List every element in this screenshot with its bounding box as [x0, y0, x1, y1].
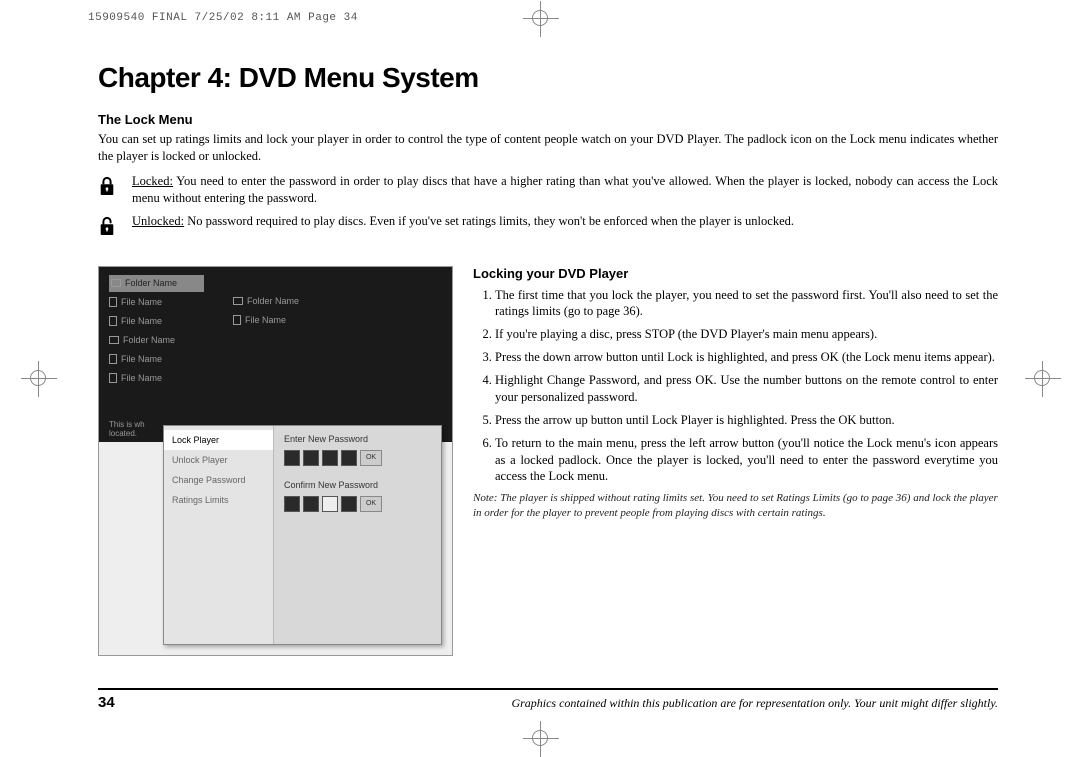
file-row: File Name — [109, 351, 209, 368]
enter-password-boxes: OK — [284, 450, 431, 466]
dialog-menu: Lock Player Unlock Player Change Passwor… — [164, 426, 274, 644]
step-3: Press the down arrow button until Lock i… — [495, 349, 998, 366]
locked-description: Locked: You need to enter the password i… — [132, 173, 998, 207]
folder-row-highlighted: Folder Name — [109, 275, 204, 292]
dialog-item-lock-player: Lock Player — [164, 430, 273, 450]
section-title-lock-menu: The Lock Menu — [98, 112, 998, 127]
unlocked-text: No password required to play discs. Even… — [184, 214, 794, 228]
dark-footer: This is wh located. — [109, 420, 145, 438]
crop-mark-right — [1034, 370, 1050, 386]
file-row: File Name — [109, 313, 209, 330]
chapter-title: Chapter 4: DVD Menu System — [98, 62, 998, 94]
crop-mark-bottom — [532, 730, 548, 746]
password-dialog: Lock Player Unlock Player Change Passwor… — [163, 425, 442, 645]
lower-content: Folder Name File Name File Name Folder N… — [98, 266, 998, 656]
confirm-password-label: Confirm New Password — [284, 480, 431, 490]
unlocked-label: Unlocked: — [132, 214, 184, 228]
locked-text: You need to enter the password in order … — [132, 174, 998, 205]
step-1: The first time that you lock the player,… — [495, 287, 998, 321]
locked-row: Locked: You need to enter the password i… — [98, 173, 998, 207]
folder-row: Folder Name — [109, 332, 209, 349]
dialog-item-ratings-limits: Ratings Limits — [164, 490, 273, 510]
enter-password-label: Enter New Password — [284, 434, 431, 444]
locking-section: Locking your DVD Player The first time t… — [473, 266, 998, 656]
dvd-screenshot: Folder Name File Name File Name Folder N… — [98, 266, 453, 656]
dialog-item-change-password: Change Password — [164, 470, 273, 490]
step-6: To return to the main menu, press the le… — [495, 435, 998, 486]
step-4: Highlight Change Password, and press OK.… — [495, 372, 998, 406]
step-2: If you're playing a disc, press STOP (th… — [495, 326, 998, 343]
note-text: Note: The player is shipped without rati… — [473, 491, 998, 520]
unlocked-row: Unlocked: No password required to play d… — [98, 213, 998, 242]
locked-label: Locked: — [132, 174, 173, 188]
dialog-right: Enter New Password OK Confirm New Passwo… — [274, 426, 441, 644]
lock-closed-icon — [98, 175, 120, 202]
page-content: Chapter 4: DVD Menu System The Lock Menu… — [98, 62, 998, 696]
file-row: File Name — [109, 294, 209, 311]
step-5: Press the arrow up button until Lock Pla… — [495, 412, 998, 429]
dark-panel: Folder Name File Name File Name Folder N… — [99, 267, 452, 442]
file-row: File Name — [109, 370, 209, 387]
subsection-title-locking: Locking your DVD Player — [473, 266, 998, 281]
steps-list: The first time that you lock the player,… — [473, 287, 998, 486]
footer-disclaimer: Graphics contained within this publicati… — [511, 696, 998, 711]
unlocked-description: Unlocked: No password required to play d… — [132, 213, 998, 230]
file-row: File Name — [233, 312, 333, 329]
page-header-meta: 15909540 FINAL 7/25/02 8:11 AM Page 34 — [88, 12, 358, 24]
page-footer: 34 Graphics contained within this public… — [98, 688, 998, 711]
dialog-item-unlock-player: Unlock Player — [164, 450, 273, 470]
lock-menu-intro: You can set up ratings limits and lock y… — [98, 131, 998, 165]
confirm-password-boxes: OK — [284, 496, 431, 512]
folder-row: Folder Name — [233, 293, 333, 310]
crop-mark-top — [532, 10, 548, 26]
crop-mark-left — [30, 370, 46, 386]
page-number: 34 — [98, 694, 115, 711]
lock-open-icon — [98, 215, 120, 242]
